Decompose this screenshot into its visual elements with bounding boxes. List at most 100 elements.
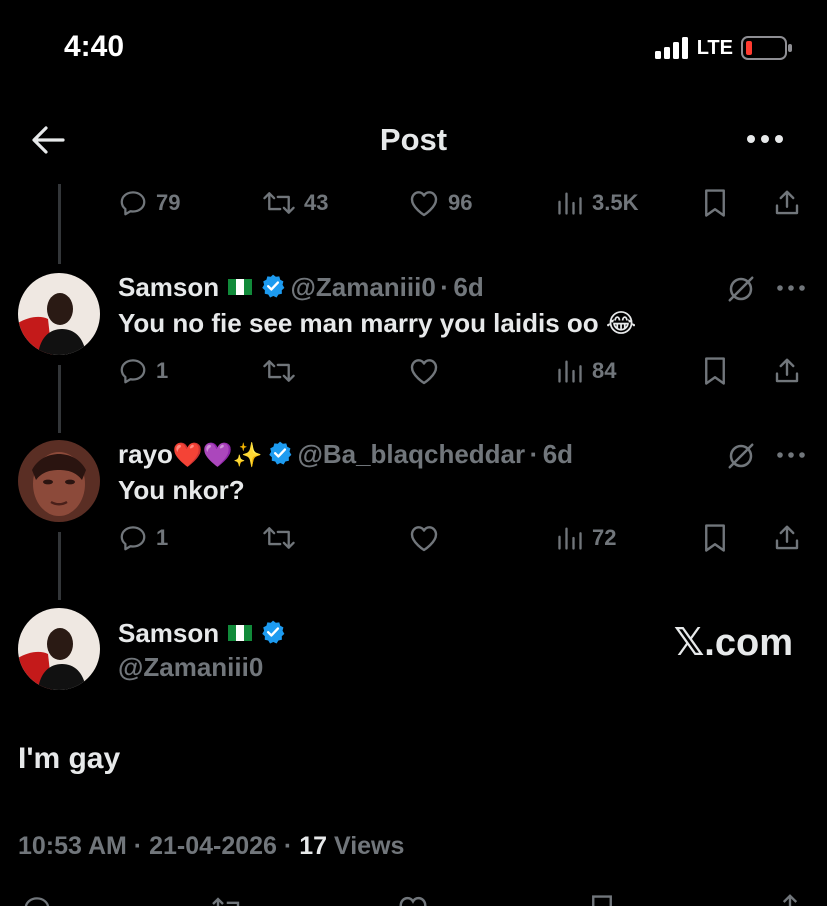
like-button[interactable] [408, 523, 448, 553]
views-count[interactable]: 17 [299, 832, 327, 860]
reply-icon [120, 191, 146, 216]
status-time: 4:40 [64, 30, 125, 63]
bookmark-button[interactable] [702, 356, 728, 386]
repost-icon [263, 527, 295, 549]
bookmark-icon [705, 524, 725, 552]
avatar[interactable] [18, 273, 100, 355]
signal-icon [654, 37, 688, 59]
repost-button[interactable]: 43 [262, 188, 328, 218]
reply-action-bar: 1 84 [0, 356, 827, 392]
verified-badge-icon [262, 274, 285, 298]
reply-text: You no fie see man marry you laidis oo 😂 [118, 308, 637, 338]
analytics-icon [558, 527, 582, 550]
heart-icon [410, 359, 438, 385]
reply-icon [120, 526, 146, 551]
network-type: LTE [696, 36, 733, 59]
watermark: 𝕏.com [673, 622, 793, 664]
bookmark-icon [705, 357, 725, 385]
share-icon [775, 525, 799, 550]
bookmark-icon [705, 189, 725, 217]
like-button[interactable]: 96 [408, 188, 472, 218]
share-icon[interactable] [774, 892, 806, 906]
post-meta: 10:53 AM · 21-04-2026 · 17 Views [18, 832, 404, 861]
views-button[interactable]: 84 [556, 356, 616, 386]
reply-more-button[interactable] [776, 278, 806, 298]
repost-button[interactable] [262, 356, 304, 386]
reply-button[interactable]: 1 [118, 356, 168, 386]
post-date: 21-04-2026 [149, 832, 277, 860]
bookmark-icon[interactable] [588, 894, 616, 906]
heart-icon[interactable] [396, 894, 430, 906]
repost-icon[interactable] [210, 894, 246, 906]
parent-action-bar: 79 43 96 3.5K [0, 188, 827, 224]
share-button[interactable] [772, 523, 802, 553]
view-count: 72 [592, 525, 617, 550]
repost-icon [263, 360, 295, 382]
battery-icon [741, 36, 792, 60]
like-count: 96 [448, 190, 473, 215]
heart-icon [410, 526, 438, 552]
repost-count: 43 [304, 190, 329, 215]
grok-button[interactable] [726, 441, 756, 471]
display-name[interactable]: rayo [118, 439, 173, 469]
reply-icon[interactable] [20, 894, 54, 906]
separator-dot: · [440, 272, 449, 302]
like-button[interactable] [408, 356, 448, 386]
bookmark-button[interactable] [702, 523, 728, 553]
repost-button[interactable] [262, 523, 304, 553]
name-emoji: ❤️💜✨ [172, 442, 263, 469]
verified-badge-icon [269, 441, 292, 465]
view-count: 3.5K [592, 190, 639, 215]
main-post-text: I'm gay [18, 742, 121, 775]
analytics-icon [558, 192, 582, 215]
user-handle[interactable]: @Zamaniii0 [118, 652, 263, 683]
reply-count: 1 [156, 358, 169, 383]
share-icon [775, 358, 799, 383]
main-action-bar [0, 890, 827, 906]
user-handle[interactable]: @Zamaniii0 [291, 272, 436, 302]
views-label: Views [333, 832, 405, 860]
avatar-image [18, 273, 100, 355]
views-button[interactable]: 3.5K [556, 188, 638, 218]
display-name[interactable]: Samson [118, 618, 219, 648]
nigeria-flag-icon [227, 279, 252, 295]
display-name[interactable]: Samson [118, 272, 219, 302]
heart-icon [410, 191, 438, 217]
status-indicators: LTE [654, 36, 793, 60]
avatar-image [18, 440, 100, 522]
reply-button[interactable]: 79 [118, 188, 180, 218]
separator-dot: · [133, 832, 143, 860]
post-age: 6d [453, 272, 484, 302]
reply-count: 1 [156, 525, 169, 550]
reply-more-button[interactable] [776, 445, 806, 465]
views-button[interactable]: 72 [556, 523, 616, 553]
more-horizontal-icon [777, 452, 805, 458]
view-count: 84 [592, 358, 617, 383]
avatar[interactable] [18, 440, 100, 522]
reply-button[interactable]: 1 [118, 523, 168, 553]
user-handle[interactable]: @Ba_blaqcheddar [297, 439, 525, 469]
avatar[interactable] [18, 608, 100, 690]
nigeria-flag-icon [227, 625, 252, 641]
reply-action-bar: 1 72 [0, 523, 827, 559]
share-button[interactable] [772, 188, 802, 218]
reply-icon [120, 359, 146, 384]
reply-text: You nkor? [118, 475, 245, 505]
grok-icon [728, 443, 754, 469]
more-options-button[interactable] [745, 124, 785, 154]
share-icon [775, 190, 799, 215]
avatar-image [18, 608, 100, 690]
reply-count: 79 [156, 190, 181, 215]
share-button[interactable] [772, 356, 802, 386]
post-age: 6d [542, 439, 574, 469]
bookmark-button[interactable] [702, 188, 728, 218]
more-horizontal-icon [747, 135, 783, 143]
separator-dot: · [529, 439, 539, 469]
post-time: 10:53 AM [18, 832, 127, 860]
reply-header: Samson @Zamaniii0 · 6d [118, 272, 484, 303]
grok-button[interactable] [726, 274, 756, 304]
more-horizontal-icon [777, 285, 805, 291]
reply-header: rayo❤️💜✨ @Ba_blaqcheddar · 6d [118, 439, 573, 470]
repost-icon [263, 192, 295, 214]
grok-icon [728, 276, 754, 302]
